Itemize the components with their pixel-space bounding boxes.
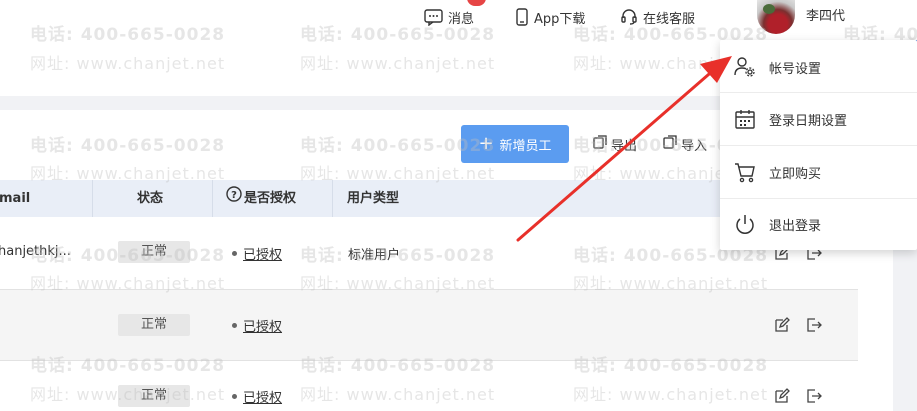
- app-download-button[interactable]: App下载: [515, 6, 585, 28]
- authorized-link[interactable]: 已授权: [243, 316, 282, 335]
- email-cell: hanjethkj...: [0, 244, 71, 259]
- help-icon[interactable]: ?: [226, 180, 242, 217]
- table-row[interactable]: 正常 已授权: [0, 361, 858, 411]
- column-header-user-type[interactable]: 用户类型: [347, 180, 399, 217]
- menu-item-logout[interactable]: 退出登录: [720, 198, 917, 250]
- status-dot: [232, 394, 237, 399]
- add-employee-label: 新增员工: [499, 138, 552, 154]
- messages-label: 消息: [448, 11, 475, 27]
- import-icon: [663, 135, 677, 153]
- user-type-cell: 标准用户: [348, 248, 401, 263]
- logout-row-icon[interactable]: [806, 388, 822, 404]
- authorized-link[interactable]: 已授权: [243, 387, 282, 406]
- status-badge: 正常: [118, 241, 190, 263]
- username[interactable]: 李四代: [806, 6, 845, 28]
- menu-item-label: 帐号设置: [769, 61, 822, 77]
- column-header-authorized-label: 是否授权: [244, 191, 297, 206]
- status-dot: [232, 323, 237, 328]
- user-dropdown-menu: 帐号设置 登录日期设置 立即购买 退出登录: [720, 40, 917, 250]
- menu-item-buy-now[interactable]: 立即购买: [720, 146, 917, 198]
- top-bar: 消息 ··· App下载 在线客服 李四代: [0, 0, 917, 36]
- status-badge: 正常: [118, 385, 190, 407]
- menu-item-label: 立即购买: [769, 166, 822, 182]
- edit-icon[interactable]: [774, 317, 790, 333]
- headset-icon: [620, 8, 638, 26]
- import-button[interactable]: 导入: [663, 134, 707, 154]
- menu-item-label: 退出登录: [769, 218, 822, 234]
- power-icon: [734, 213, 756, 235]
- authorized-link[interactable]: 已授权: [243, 244, 282, 263]
- export-label: 导出: [611, 138, 638, 154]
- support-label: 在线客服: [643, 11, 696, 27]
- plus-icon: +: [478, 133, 494, 154]
- export-button[interactable]: 导出: [593, 134, 637, 154]
- phone-icon: [515, 8, 529, 26]
- table-header: mail 状态 ? 是否授权 用户类型: [0, 180, 720, 217]
- messages-button[interactable]: 消息: [424, 6, 474, 28]
- support-button[interactable]: 在线客服: [620, 6, 695, 28]
- message-icon: [424, 8, 443, 26]
- column-header-status[interactable]: 状态: [137, 180, 163, 217]
- svg-text:?: ?: [231, 190, 237, 201]
- app-download-label: App下载: [534, 11, 586, 27]
- menu-item-login-date-settings[interactable]: 登录日期设置: [720, 93, 917, 145]
- column-header-authorized[interactable]: ? 是否授权: [226, 180, 296, 217]
- calendar-icon: [734, 108, 756, 130]
- column-divider: [332, 180, 333, 217]
- cart-icon: [734, 161, 756, 183]
- avatar[interactable]: [757, 0, 795, 34]
- import-label: 导入: [681, 138, 708, 154]
- edit-icon[interactable]: [774, 388, 790, 404]
- table-row[interactable]: 正常 已授权: [0, 289, 858, 361]
- logout-row-icon[interactable]: [806, 317, 822, 333]
- menu-item-label: 登录日期设置: [769, 113, 848, 129]
- column-divider: [92, 180, 93, 217]
- status-badge: 正常: [118, 314, 190, 336]
- menu-item-account-settings[interactable]: 帐号设置: [720, 41, 917, 93]
- status-dot: [232, 251, 237, 256]
- export-icon: [593, 135, 607, 153]
- column-divider: [212, 180, 213, 217]
- column-header-email[interactable]: mail: [0, 180, 30, 217]
- add-employee-button[interactable]: + 新增员工: [461, 125, 569, 163]
- user-gear-icon: [734, 56, 756, 78]
